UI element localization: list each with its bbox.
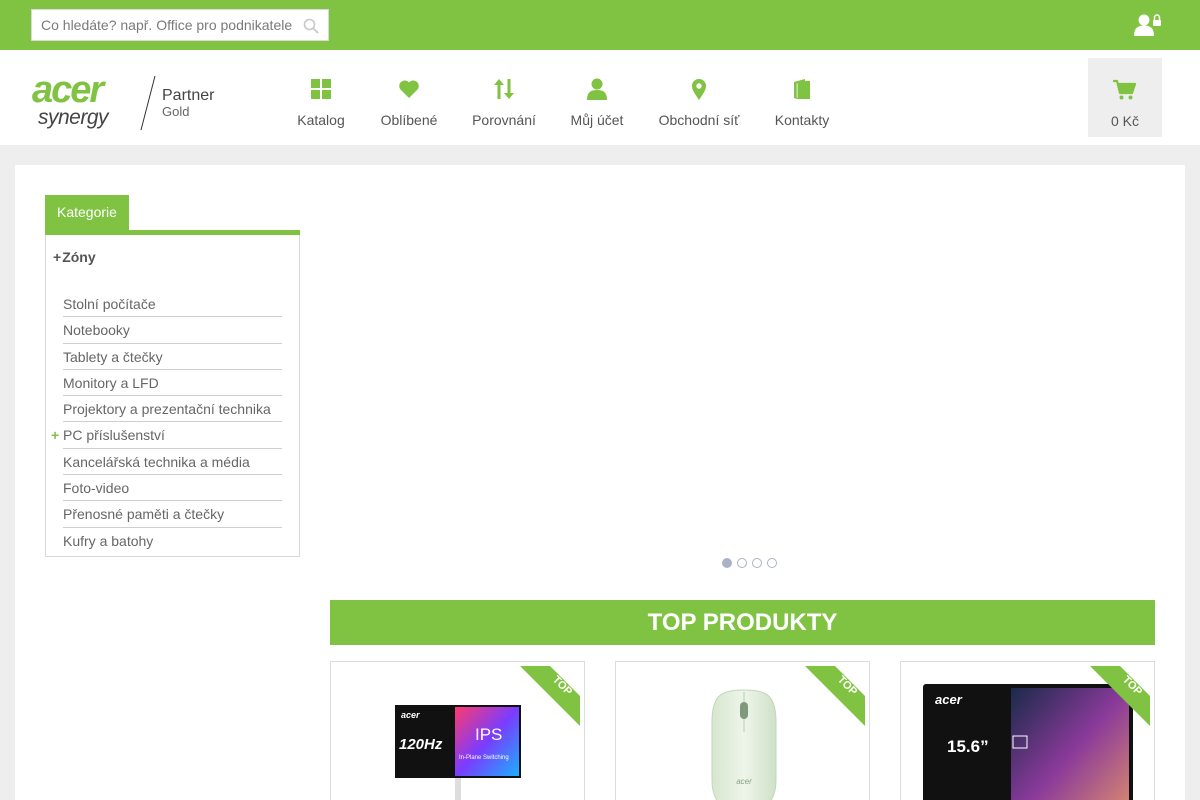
screen-size: 15.6”: [947, 737, 989, 756]
screen-panel-desc: In-Plane Switching: [459, 755, 509, 761]
logo-level-text: Gold: [162, 104, 189, 119]
top-badge: TOP: [1090, 666, 1150, 726]
top-products-heading: TOP PRODUKTY: [330, 600, 1155, 645]
category-item[interactable]: Přenosné paměti a čtečky: [63, 501, 282, 528]
slider-dots: [722, 558, 777, 568]
category-label: Kancelářská technika a média: [63, 453, 250, 470]
zones-toggle[interactable]: +Zóny: [53, 249, 96, 265]
product-card[interactable]: acer 15.6” TOP: [900, 661, 1155, 800]
plus-icon: +: [53, 249, 62, 265]
acer-synergy-logo[interactable]: acer synergy Partner Gold: [32, 69, 222, 134]
category-label: Přenosné paměti a čtečky: [63, 506, 225, 523]
category-item[interactable]: + PC příslušenství: [51, 422, 282, 449]
category-tab[interactable]: Kategorie: [45, 195, 129, 231]
category-label: Notebooky: [63, 322, 130, 339]
map-pin-icon: [692, 79, 706, 100]
nav-oblibene[interactable]: Oblíbené: [371, 50, 447, 145]
sort-arrows-icon: [494, 79, 514, 99]
logo-sub-text: synergy: [38, 106, 110, 129]
cart-button[interactable]: 0 Kč: [1088, 58, 1162, 137]
top-bar: [0, 0, 1200, 50]
search-icon[interactable]: [303, 18, 319, 34]
nav-label: Porovnání: [472, 112, 536, 128]
screen-panel-type: IPS: [475, 725, 502, 744]
main-content: Kategorie +Zóny Stolní počítače Notebook…: [15, 165, 1185, 800]
nav-label: Oblíbené: [380, 112, 438, 128]
cart-total: 0 Kč: [1110, 113, 1139, 129]
nav-katalog[interactable]: Katalog: [286, 50, 356, 145]
category-item[interactable]: Kufry a batohy: [63, 528, 282, 554]
category-item[interactable]: Monitory a LFD: [63, 370, 282, 397]
nav-label: Kontakty: [774, 112, 830, 128]
nav-label: Můj účet: [570, 112, 624, 128]
nav-kontakty[interactable]: Kontakty: [768, 50, 836, 145]
hero-slider[interactable]: [330, 195, 1155, 575]
category-label: PC příslušenství: [63, 427, 165, 444]
slider-dot[interactable]: [767, 558, 777, 568]
nav-obchodni-sit[interactable]: Obchodní síť: [654, 50, 744, 145]
nav-porovnani[interactable]: Porovnání: [465, 50, 543, 145]
product-card[interactable]: acer 120Hz IPS In-Plane Switching TOP: [330, 661, 585, 800]
top-badge: TOP: [805, 666, 865, 726]
category-list: Stolní počítače Notebooky Tablety a čteč…: [51, 291, 282, 554]
mouse-brand: acer: [736, 777, 752, 786]
screen-brand: acer: [401, 710, 420, 720]
expand-plus-icon[interactable]: +: [51, 422, 59, 448]
zones-label: Zóny: [62, 249, 96, 265]
category-item[interactable]: Notebooky: [63, 317, 282, 344]
category-item[interactable]: Tablety a čtečky: [63, 344, 282, 370]
category-label: Monitory a LFD: [63, 374, 159, 391]
category-label: Projektory a prezentační technika: [63, 401, 271, 418]
screen-brand: acer: [935, 692, 963, 707]
category-item[interactable]: Kancelářská technika a média: [63, 449, 282, 476]
user-lock-icon[interactable]: [1133, 13, 1163, 37]
search-input[interactable]: [32, 10, 302, 40]
category-label: Stolní počítače: [63, 296, 156, 312]
nav-label: Obchodní síť: [658, 112, 740, 128]
header: acer synergy Partner Gold Katalog Oblíbe…: [0, 50, 1200, 145]
heart-icon: [399, 80, 419, 98]
category-item[interactable]: Projektory a prezentační technika: [63, 396, 282, 423]
category-item[interactable]: Stolní počítače: [63, 291, 282, 318]
top-badge: TOP: [520, 666, 580, 726]
search-box[interactable]: [31, 9, 329, 41]
user-icon: [587, 78, 607, 100]
slider-dot[interactable]: [737, 558, 747, 568]
cart-icon: [1113, 79, 1136, 100]
category-menu: +Zóny Stolní počítače Notebooky Tablety …: [45, 235, 300, 557]
slider-dot[interactable]: [752, 558, 762, 568]
product-card[interactable]: acer TOP: [615, 661, 870, 800]
category-label: Tablety a čtečky: [63, 348, 163, 365]
category-label: Kufry a batohy: [63, 532, 154, 549]
logo-partner-text: Partner: [162, 87, 215, 104]
category-item[interactable]: Foto-video: [63, 475, 282, 502]
slider-dot[interactable]: [722, 558, 732, 568]
category-label: Foto-video: [63, 480, 130, 497]
screen-refresh-rate: 120Hz: [399, 736, 443, 753]
nav-label: Katalog: [297, 112, 345, 128]
grid-icon: [311, 79, 331, 99]
nav-muj-ucet[interactable]: Můj účet: [562, 50, 632, 145]
book-icon: [794, 79, 810, 99]
